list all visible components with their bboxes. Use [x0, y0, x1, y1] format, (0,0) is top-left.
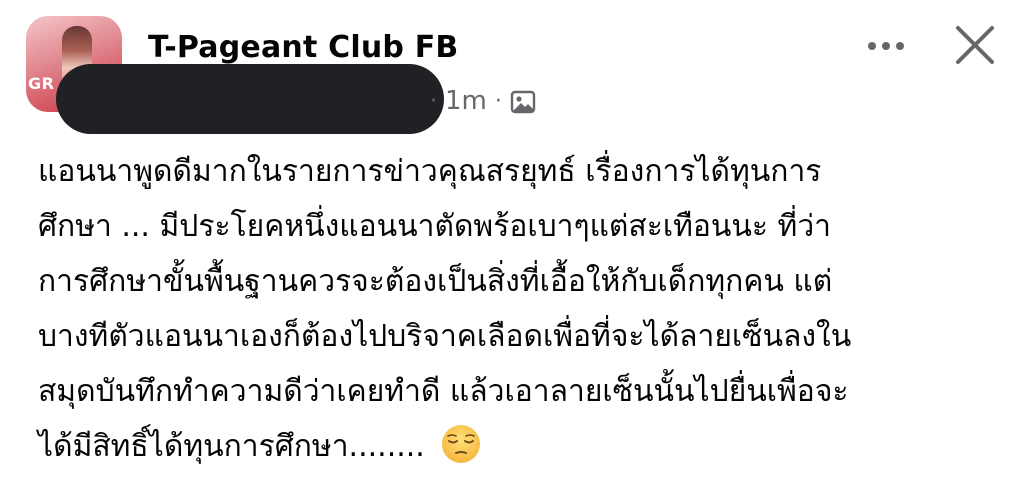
- post-line: ศึกษา ... มีประโยคหนึ่งแอนนาตัดพร้อเบาๆแ…: [38, 209, 832, 244]
- more-options-button[interactable]: [858, 24, 914, 68]
- more-dot: [868, 42, 876, 50]
- post-timestamp[interactable]: 1m: [445, 86, 487, 116]
- post-line: บางทีตัวแอนนาเองก็ต้องไปบริจาคเลือดเพื่อ…: [38, 319, 852, 354]
- meta-separator: ·: [430, 88, 437, 114]
- post-meta: · 1m ·: [430, 86, 536, 116]
- pensive-face-emoji: [440, 423, 482, 465]
- avatar-logo-text: GR: [28, 74, 55, 93]
- post-body: แอนนาพูดดีมากในรายการข่าวคุณสรยุทธ์ เรื่…: [38, 144, 998, 474]
- photo-icon[interactable]: [510, 90, 536, 114]
- post-line: สมุดบันทึกทำความดีว่าเคยทำดี แล้วเอาลายเ…: [38, 374, 849, 409]
- post-last-line: ได้มีสิทธิ์ได้ทุนการศึกษา........: [38, 419, 998, 474]
- more-dot: [896, 42, 904, 50]
- close-icon[interactable]: [950, 20, 1000, 70]
- meta-separator: ·: [494, 88, 502, 114]
- redacted-author-name: [56, 64, 444, 134]
- group-name-link[interactable]: T-Pageant Club FB: [148, 30, 458, 65]
- more-dot: [882, 42, 890, 50]
- post-line: แอนนาพูดดีมากในรายการข่าวคุณสรยุทธ์ เรื่…: [38, 154, 822, 189]
- post-line: ได้มีสิทธิ์ได้ทุนการศึกษา........: [38, 429, 425, 464]
- facebook-post: GR T-Pageant Club FB · 1m · แอนนาพูดดีมา…: [0, 0, 1024, 488]
- post-line: การศึกษาขั้นพื้นฐานควรจะต้องเป็นสิ่งที่เ…: [38, 264, 833, 299]
